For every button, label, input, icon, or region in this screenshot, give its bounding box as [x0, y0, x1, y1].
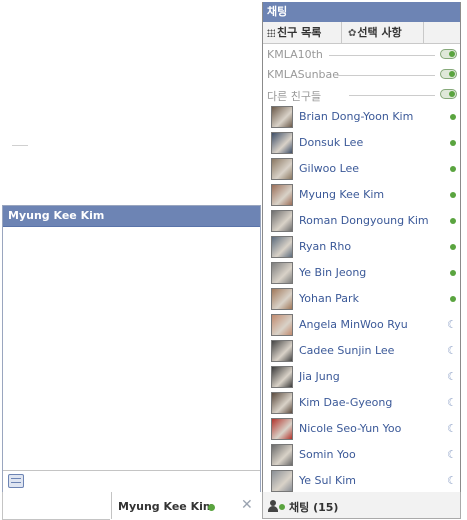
friend-name: Ryan Rho	[299, 240, 352, 253]
friend-item[interactable]: Somin Yoo ☾	[271, 442, 457, 468]
avatar	[271, 158, 293, 180]
avatar	[271, 236, 293, 258]
avatar	[271, 184, 293, 206]
avatar	[271, 340, 293, 362]
chat-bar: Myung Kee Kim ✕ 채팅 (15)	[0, 492, 467, 520]
chat-bar-spacer	[2, 492, 110, 520]
moon-icon: ☾	[447, 474, 457, 487]
friend-item[interactable]: Nicole Seo-Yun Yoo ☾	[271, 416, 457, 442]
friend-name: Cadee Sunjin Lee	[299, 344, 395, 357]
friend-name: Somin Yoo	[299, 448, 356, 461]
friend-name: Angela MinWoo Ryu	[299, 318, 408, 331]
friend-item[interactable]: Ryan Rho	[271, 234, 457, 260]
group-divider	[337, 75, 435, 76]
friends-list-button[interactable]: 친구 목록	[263, 22, 342, 43]
group-divider	[329, 55, 435, 56]
friend-name: Ye Sul Kim	[299, 474, 357, 487]
friend-item[interactable]: Ye Bin Jeong	[271, 260, 457, 286]
friend-item[interactable]: Gilwoo Lee	[271, 156, 457, 182]
conversation-window: Myung Kee Kim	[2, 205, 261, 492]
online-status-dot	[450, 244, 456, 250]
chat-button[interactable]: 채팅 (15)	[262, 492, 461, 519]
online-status-dot	[450, 114, 456, 120]
options-label: 선택 사항	[357, 26, 402, 39]
moon-icon: ☾	[447, 318, 457, 331]
friend-item[interactable]: Cadee Sunjin Lee ☾	[271, 338, 457, 364]
group-toggle[interactable]	[440, 49, 457, 59]
online-status-dot	[450, 296, 456, 302]
online-status-dot	[450, 166, 456, 172]
friend-name: Ye Bin Jeong	[299, 266, 367, 279]
online-status-dot	[208, 504, 215, 511]
friend-group[interactable]: 다른 친구들	[267, 85, 457, 104]
buddy-list-title[interactable]: 채팅	[263, 2, 460, 22]
avatar	[271, 210, 293, 232]
avatar	[271, 288, 293, 310]
friend-name: Donsuk Lee	[299, 136, 364, 149]
friend-item[interactable]: Myung Kee Kim	[271, 182, 457, 208]
online-status-dot	[279, 504, 285, 510]
moon-icon: ☾	[447, 422, 457, 435]
avatar	[271, 106, 293, 128]
friend-item[interactable]: Roman Dongyoung Kim	[271, 208, 457, 234]
avatar	[271, 444, 293, 466]
conversation-messages	[3, 227, 260, 470]
friend-name: Nicole Seo-Yun Yoo	[299, 422, 402, 435]
avatar	[271, 314, 293, 336]
friend-item[interactable]: Ye Sul Kim ☾	[271, 468, 457, 494]
emoticon-icon[interactable]	[8, 474, 24, 488]
friend-item[interactable]: Jia Jung ☾	[271, 364, 457, 390]
friend-group-label: KMLA10th	[267, 48, 323, 61]
friend-group-label: KMLASunbae	[267, 68, 340, 81]
friend-group[interactable]: KMLA10th	[267, 45, 457, 64]
friend-name: Yohan Park	[299, 292, 359, 305]
friend-item[interactable]: Yohan Park	[271, 286, 457, 312]
moon-icon: ☾	[447, 370, 457, 383]
avatar	[271, 418, 293, 440]
moon-icon: ☾	[447, 344, 457, 357]
friend-group-label: 다른 친구들	[267, 90, 322, 103]
conversation-header[interactable]: Myung Kee Kim	[3, 206, 260, 227]
group-divider	[349, 95, 435, 96]
friend-item[interactable]: Kim Dae-Gyeong ☾	[271, 390, 457, 416]
avatar	[271, 470, 293, 492]
online-status-dot	[450, 140, 456, 146]
gear-icon: ✿	[348, 28, 357, 39]
chat-button-label: 채팅 (15)	[289, 501, 339, 514]
grid-icon	[267, 29, 275, 37]
options-button[interactable]: ✿선택 사항	[342, 22, 424, 43]
conversation-tab-name: Myung Kee Kim	[118, 500, 215, 513]
moon-icon: ☾	[447, 448, 457, 461]
message-input[interactable]	[3, 470, 260, 492]
friend-name: Brian Dong-Yoon Kim	[299, 110, 414, 123]
group-toggle[interactable]	[440, 89, 457, 99]
online-status-dot	[450, 270, 456, 276]
moon-icon: ☾	[447, 396, 457, 409]
avatar	[271, 366, 293, 388]
friend-item[interactable]: Donsuk Lee	[271, 130, 457, 156]
avatar	[271, 132, 293, 154]
buddy-list-toolbar: 친구 목록 ✿선택 사항	[263, 22, 460, 44]
avatar	[271, 392, 293, 414]
friend-name: Roman Dongyoung Kim	[299, 214, 429, 227]
people-icon	[268, 500, 278, 512]
conversation-tab[interactable]: Myung Kee Kim ✕	[111, 492, 263, 519]
divider-line	[12, 145, 28, 146]
group-toggle[interactable]	[440, 69, 457, 79]
friend-name: Kim Dae-Gyeong	[299, 396, 393, 409]
friend-name: Gilwoo Lee	[299, 162, 360, 175]
friends-list-label: 친구 목록	[277, 26, 322, 39]
friend-name: Jia Jung	[299, 370, 340, 383]
online-status-dot	[450, 192, 456, 198]
friend-group[interactable]: KMLASunbae	[267, 65, 457, 84]
avatar	[271, 262, 293, 284]
friend-name: Myung Kee Kim	[299, 188, 385, 201]
close-icon[interactable]: ✕	[241, 497, 253, 513]
buddy-list-panel: 채팅 친구 목록 ✿선택 사항 KMLA10th KMLASunbae 다른 친구들…	[262, 2, 461, 492]
online-status-dot	[450, 218, 456, 224]
friend-item[interactable]: Brian Dong-Yoon Kim	[271, 104, 457, 130]
friend-item[interactable]: Angela MinWoo Ryu ☾	[271, 312, 457, 338]
